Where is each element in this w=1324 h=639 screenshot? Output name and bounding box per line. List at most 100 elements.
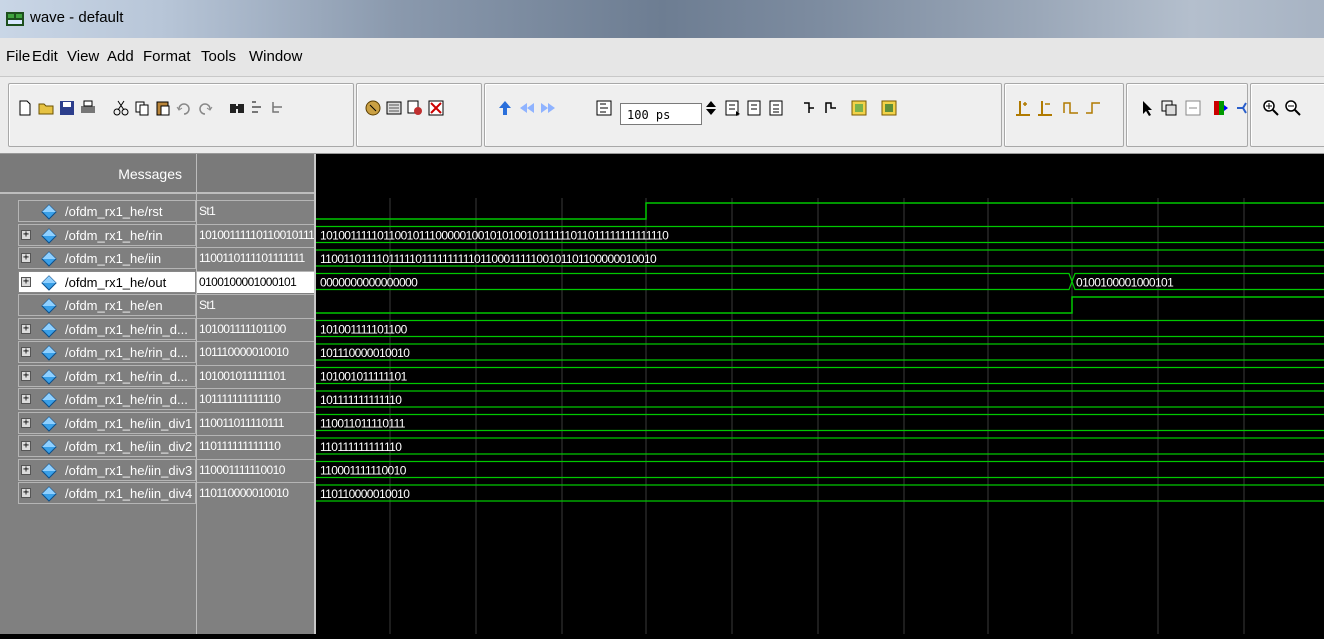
signal-row[interactable]: + /ofdm_rx1_he/rin xyxy=(18,223,196,246)
redo-icon[interactable] xyxy=(196,99,214,117)
signal-row[interactable]: + /ofdm_rx1_he/iin_div3 xyxy=(18,458,196,481)
menu-window[interactable]: Window xyxy=(249,48,302,65)
expand-plus-icon[interactable]: + xyxy=(21,253,31,263)
signal-diamond-icon xyxy=(41,462,57,479)
dataflow-icon[interactable] xyxy=(1234,99,1252,117)
signal-diamond-icon xyxy=(41,274,57,291)
forward-arrow-icon[interactable] xyxy=(539,99,557,117)
back-arrow-icon[interactable] xyxy=(518,99,536,117)
signal-row[interactable]: + /ofdm_rx1_he/iin_div4 xyxy=(18,482,196,504)
bus-value-label: 101110000010010 xyxy=(320,346,410,360)
undo-icon[interactable] xyxy=(175,99,193,117)
find-icon[interactable] xyxy=(228,99,246,117)
zoom-out-icon[interactable] xyxy=(1284,99,1302,117)
menu-file[interactable]: File xyxy=(6,48,30,65)
run-all-icon[interactable] xyxy=(768,99,786,117)
paste-icon[interactable] xyxy=(154,99,172,117)
expand-plus-icon[interactable]: + xyxy=(21,347,31,357)
restart-icon[interactable] xyxy=(850,99,868,117)
signal-waveform[interactable]: 101001111101100 xyxy=(316,319,1324,338)
new-file-icon[interactable] xyxy=(16,99,34,117)
open-folder-icon[interactable] xyxy=(37,99,55,117)
signal-row[interactable]: + /ofdm_rx1_he/iin_div2 xyxy=(18,435,196,457)
signal-waveform[interactable] xyxy=(316,202,1324,220)
signal-waveform[interactable]: 1010011111011001011100000100101010010111… xyxy=(316,225,1324,244)
signal-value: 101001111101100 xyxy=(199,321,286,336)
expand-plus-icon[interactable]: + xyxy=(21,417,31,428)
signal-row[interactable]: + /ofdm_rx1_he/rin_d... xyxy=(18,341,196,363)
run-length-icon[interactable] xyxy=(595,99,613,117)
signal-value: 0100100001000101 xyxy=(199,274,297,289)
delete-cursor-icon[interactable] xyxy=(1036,99,1054,117)
waveform-canvas[interactable]: 101001111101100 101110000010010 1010010111… xyxy=(316,154,1324,634)
step-icon[interactable] xyxy=(800,99,818,117)
signal-waveform[interactable]: 110001111110010 xyxy=(316,460,1324,479)
time-spinner-icon[interactable] xyxy=(702,99,720,117)
print-icon[interactable] xyxy=(79,99,97,117)
signal-waveform[interactable]: 101001011111101 xyxy=(316,366,1324,385)
signal-row[interactable]: + /ofdm_rx1_he/rin_d... xyxy=(18,364,196,387)
waveform-pane[interactable]: 101001111101100 101110000010010 1010010111… xyxy=(314,154,1324,634)
cut-icon[interactable] xyxy=(112,99,130,117)
compile-icon[interactable] xyxy=(364,99,382,117)
expand-plus-icon[interactable]: + xyxy=(21,441,31,451)
signal-waveform[interactable]: 110011011110111 xyxy=(316,413,1324,432)
expand-plus-icon[interactable]: + xyxy=(21,229,31,240)
menu-view[interactable]: View xyxy=(67,48,99,65)
signal-value-cell: 1100110111101111111 xyxy=(197,247,315,269)
signal-waveform[interactable]: 110110000010010 xyxy=(316,484,1324,502)
menu-edit[interactable]: Edit xyxy=(32,48,58,65)
zoom-mode-icon[interactable] xyxy=(1160,99,1178,117)
signal-value-cell: 110001111110010 xyxy=(197,458,315,481)
expand-plus-icon[interactable]: + xyxy=(21,488,31,498)
edit-mode-icon[interactable] xyxy=(1184,99,1202,117)
expand-plus-icon[interactable]: + xyxy=(21,323,31,334)
signal-waveform[interactable]: 0000000000000000 0100100001000101 xyxy=(316,272,1324,291)
signal-waveform[interactable]: 110111111111110 xyxy=(316,437,1324,455)
next-edge-icon[interactable] xyxy=(1084,99,1102,117)
expand-plus-icon[interactable]: + xyxy=(21,464,31,475)
messages-header: Messages xyxy=(0,154,196,194)
signal-colors-icon[interactable] xyxy=(1212,99,1230,117)
signal-row[interactable]: /ofdm_rx1_he/rst xyxy=(18,200,196,222)
expand-plus-icon[interactable]: + xyxy=(21,276,31,287)
bus-value-label: 101001011111101 xyxy=(320,370,408,384)
add-cursor-icon[interactable] xyxy=(1014,99,1032,117)
signal-name: /ofdm_rx1_he/iin_div4 xyxy=(65,486,193,501)
signal-row[interactable]: + /ofdm_rx1_he/iin_div1 xyxy=(18,411,196,434)
signal-row[interactable]: + /ofdm_rx1_he/out xyxy=(18,270,196,293)
simulate-icon[interactable] xyxy=(406,99,424,117)
signal-waveform[interactable]: 1100110111101111101111111111011000111110… xyxy=(316,249,1324,267)
signal-row[interactable]: + /ofdm_rx1_he/iin xyxy=(18,247,196,269)
signal-row[interactable]: /ofdm_rx1_he/en xyxy=(18,294,196,316)
bus-value-label: 1010011111011001011100000100101010010111… xyxy=(320,229,669,243)
expand-plus-icon[interactable]: + xyxy=(21,370,31,381)
save-icon[interactable] xyxy=(58,99,76,117)
copy-icon[interactable] xyxy=(133,99,151,117)
hierarchy-icon[interactable] xyxy=(270,99,288,117)
menu-format[interactable]: Format xyxy=(143,48,191,65)
messages-header-label: Messages xyxy=(118,166,182,182)
signal-value-cell: 101110000010010 xyxy=(197,341,315,363)
menu-tools[interactable]: Tools xyxy=(201,48,236,65)
step-over-icon[interactable] xyxy=(822,99,840,117)
zoom-in-icon[interactable] xyxy=(1262,99,1280,117)
break-icon[interactable] xyxy=(427,99,445,117)
signal-value-cell: 101001111101100 xyxy=(197,317,315,340)
up-arrow-icon[interactable] xyxy=(496,99,514,117)
select-pointer-icon[interactable] xyxy=(1138,99,1156,117)
signal-row[interactable]: + /ofdm_rx1_he/rin_d... xyxy=(18,317,196,340)
continue-run-icon[interactable] xyxy=(746,99,764,117)
prev-edge-icon[interactable] xyxy=(1062,99,1080,117)
structure-icon[interactable] xyxy=(249,99,267,117)
signal-waveform[interactable]: 101111111111110 xyxy=(316,390,1324,408)
run-icon[interactable] xyxy=(724,99,742,117)
signal-waveform[interactable]: 101110000010010 xyxy=(316,343,1324,361)
break-sim-icon[interactable] xyxy=(880,99,898,117)
run-length-input[interactable]: 100 ps xyxy=(620,103,702,125)
expand-plus-icon[interactable]: + xyxy=(21,394,31,404)
menu-add[interactable]: Add xyxy=(107,48,134,65)
compile-all-icon[interactable] xyxy=(385,99,403,117)
signal-waveform[interactable] xyxy=(316,296,1324,314)
signal-row[interactable]: + /ofdm_rx1_he/rin_d... xyxy=(18,388,196,410)
